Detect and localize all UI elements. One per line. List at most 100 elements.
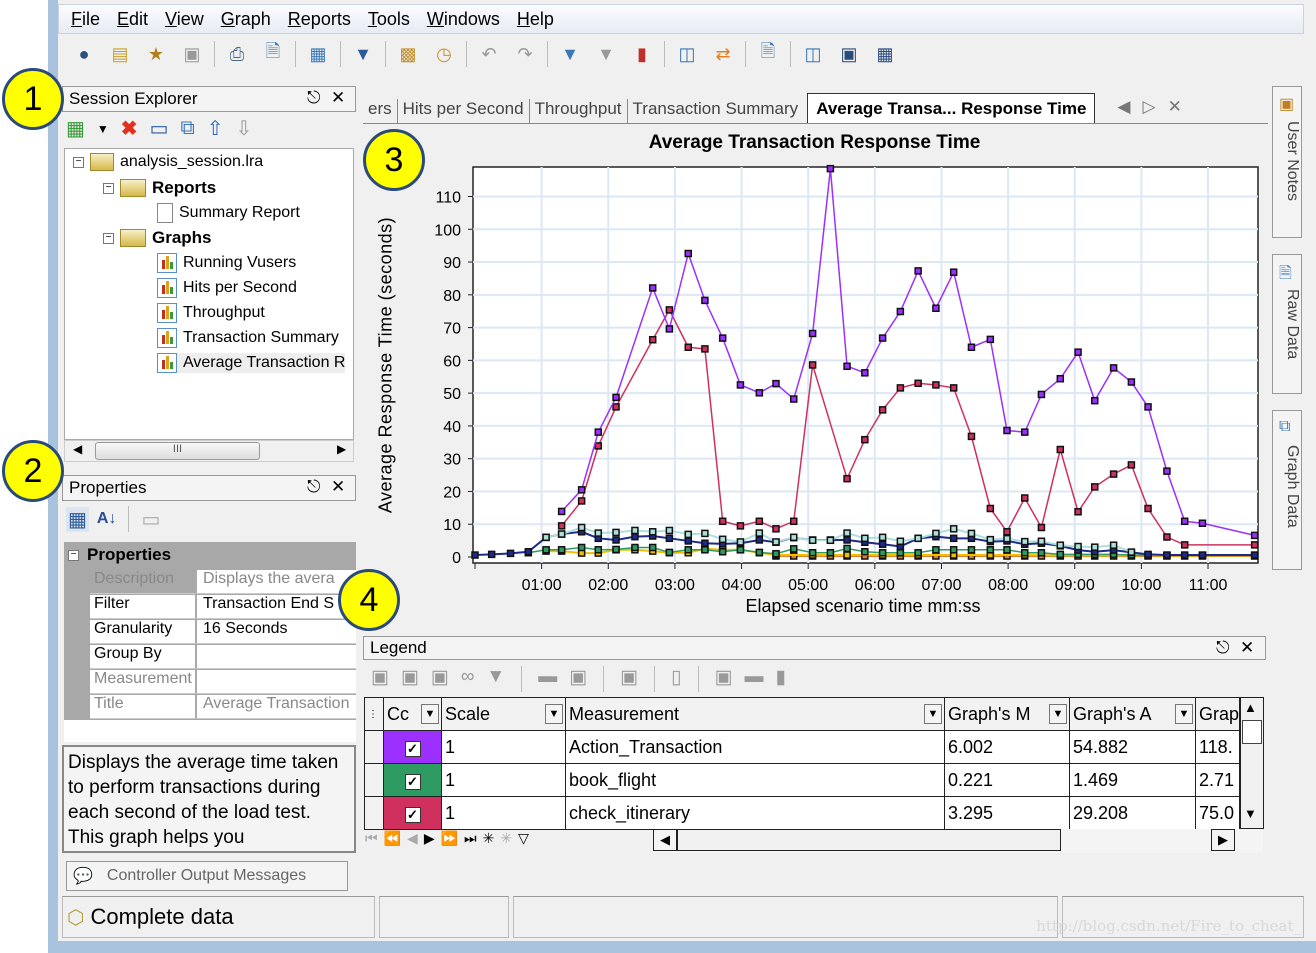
configure-icon[interactable]: ▬ (538, 666, 557, 692)
collapse-legend-icon[interactable]: ▬ (745, 666, 764, 692)
pin-icon[interactable]: ⎋ (307, 477, 320, 497)
first-record-icon[interactable]: ⏮ (365, 830, 378, 847)
menu-file[interactable]: File (71, 9, 100, 30)
delete-icon[interactable]: ✖ (121, 116, 138, 141)
tree-node-session[interactable]: − analysis_session.lra (73, 153, 263, 171)
record-filter-icon[interactable]: ▽ (518, 830, 529, 847)
clear-filter-icon[interactable]: ▼ (593, 41, 619, 67)
tree-horizontal-scrollbar[interactable]: ◀ III ▶ (64, 440, 354, 462)
new-session-icon[interactable]: ★ (143, 41, 169, 67)
show-selected-icon[interactable]: ▣ (431, 666, 449, 692)
chevron-down-icon[interactable]: ▼ (924, 703, 942, 724)
scroll-right-icon[interactable]: ▶ (337, 442, 346, 456)
visibility-checkbox[interactable]: ✓ (404, 806, 421, 823)
collapse-icon[interactable]: − (103, 232, 114, 244)
menu-graph[interactable]: Graph (221, 9, 271, 30)
menu-help[interactable]: Help (517, 9, 554, 30)
property-value[interactable]: Transaction End S (197, 595, 356, 619)
legend-vertical-scrollbar[interactable]: ▲ ▼ (1240, 697, 1264, 829)
legend-row[interactable]: ✓ 1 check_itinerary 3.295 29.208 75.0 (364, 796, 1240, 830)
pin-icon[interactable]: ⎋ (307, 88, 320, 108)
close-icon[interactable]: ✕ (331, 477, 345, 497)
link-icon[interactable]: ∞ (461, 666, 475, 692)
menu-reports[interactable]: Reports (288, 9, 351, 30)
schedule-icon[interactable]: ◷ (431, 41, 457, 67)
legend-row[interactable]: ✓ 1 book_flight 0.221 1.469 2.71 (364, 763, 1240, 797)
property-value[interactable]: 16 Seconds (197, 620, 356, 644)
collapse-icon[interactable]: − (68, 549, 79, 561)
collapse-icon[interactable]: − (103, 182, 114, 194)
scroll-right-icon[interactable]: ▶ (1211, 829, 1235, 851)
animate-icon[interactable]: ▣ (569, 666, 587, 692)
chevron-down-icon[interactable]: ▼ (1049, 703, 1067, 724)
last-record-icon[interactable]: ⏭ (464, 830, 477, 847)
import-icon[interactable]: ▤ (107, 41, 133, 67)
menu-view[interactable]: View (165, 9, 204, 30)
next-record-icon[interactable]: ▶ (424, 830, 435, 847)
legend-row[interactable]: ✓ 1 Action_Transaction 6.002 54.882 118. (364, 730, 1240, 764)
property-row-filter[interactable]: Filter Transaction End S (90, 595, 356, 619)
columns-icon[interactable]: ▯ (671, 666, 681, 692)
column-header-graph-avg[interactable]: Graph's A ▼ (1069, 697, 1196, 731)
scroll-left-icon[interactable]: ◀ (653, 829, 677, 851)
next-page-icon[interactable]: ⏩ (441, 830, 458, 847)
filter-icon[interactable]: ▼ (350, 41, 376, 67)
tab-average-transaction-response-time[interactable]: Average Transa... Response Time (807, 93, 1096, 123)
tab-running-vusers[interactable]: ers (363, 99, 398, 123)
move-up-icon[interactable]: ⇧ (207, 116, 224, 141)
menu-edit[interactable]: Edit (117, 9, 148, 30)
print-icon[interactable]: ⎙ (224, 41, 250, 67)
property-row-description[interactable]: Description Displays the avera (90, 570, 356, 594)
tree-node-graphs[interactable]: − Graphs (103, 228, 212, 248)
row-selector[interactable] (364, 730, 384, 764)
scroll-left-icon[interactable]: ◀ (73, 442, 82, 456)
graph-filter-icon[interactable]: ▼ (557, 41, 583, 67)
chevron-down-icon[interactable]: ▼ (545, 703, 563, 724)
tree-node-reports[interactable]: − Reports (103, 178, 216, 198)
dropdown-arrow-icon[interactable]: ▼ (97, 122, 109, 136)
prev-page-icon[interactable]: ⏪ (384, 830, 401, 847)
column-header-scale[interactable]: Scale ▼ (441, 697, 566, 731)
tree-node-graph[interactable]: Running Vusers (157, 253, 296, 273)
template-icon[interactable]: ▦ (305, 41, 331, 67)
zoom-icon[interactable]: ▣ (836, 41, 862, 67)
controller-output-tab[interactable]: 💬 Controller Output Messages (66, 861, 348, 891)
property-value[interactable] (197, 645, 356, 669)
property-row-group-by[interactable]: Group By (90, 645, 356, 669)
column-header-color[interactable]: Cc ▼ (383, 697, 442, 731)
scroll-down-icon[interactable]: ▼ (1244, 806, 1257, 821)
delete-record-icon[interactable]: ✳ (500, 830, 512, 847)
collapse-icon[interactable]: − (73, 156, 84, 168)
menu-windows[interactable]: Windows (427, 9, 500, 30)
export-icon[interactable]: 🗎 (260, 41, 286, 67)
rename-icon[interactable]: ▭ (150, 116, 169, 141)
menu-tools[interactable]: Tools (368, 9, 410, 30)
move-down-icon[interactable]: ⇩ (236, 116, 253, 141)
tab-hits-per-second[interactable]: Hits per Second (398, 99, 530, 123)
color-swatch[interactable]: ✓ (383, 730, 442, 764)
show-all-icon[interactable]: ▣ (371, 666, 389, 692)
scroll-thumb[interactable]: III (95, 442, 260, 460)
hide-all-icon[interactable]: ▣ (401, 666, 419, 692)
add-graph-icon[interactable]: ▦ (66, 116, 85, 141)
sync-icon[interactable]: ⇄ (710, 41, 736, 67)
merge-graphs-icon[interactable]: ▮ (629, 41, 655, 67)
scroll-thumb[interactable] (677, 829, 1061, 851)
property-pages-icon[interactable]: ▭ (141, 507, 160, 532)
sort-alphabetical-icon[interactable]: A↓ (97, 510, 117, 528)
chevron-down-icon[interactable]: ▼ (421, 703, 439, 724)
categorized-icon[interactable]: ▦ (66, 506, 89, 532)
html-report-icon[interactable]: 🗎 (755, 41, 781, 67)
row-selector-header[interactable]: ⋮ (364, 697, 384, 731)
prev-record-icon[interactable]: ◀ (407, 830, 418, 847)
properties-icon[interactable]: ◫ (800, 41, 826, 67)
tab-next-icon[interactable]: ▷ (1143, 97, 1156, 117)
legend-filter-icon[interactable]: ▼ (486, 666, 505, 692)
legend-horizontal-scrollbar[interactable]: ◀ ▶ (653, 829, 1263, 853)
row-selector[interactable] (364, 796, 384, 830)
tab-throughput[interactable]: Throughput (530, 99, 628, 123)
row-selector[interactable] (364, 763, 384, 797)
tree-node-graph[interactable]: Hits per Second (157, 278, 297, 298)
description-icon[interactable]: ▣ (620, 666, 638, 692)
tree-node-summary-report[interactable]: Summary Report (157, 203, 300, 223)
